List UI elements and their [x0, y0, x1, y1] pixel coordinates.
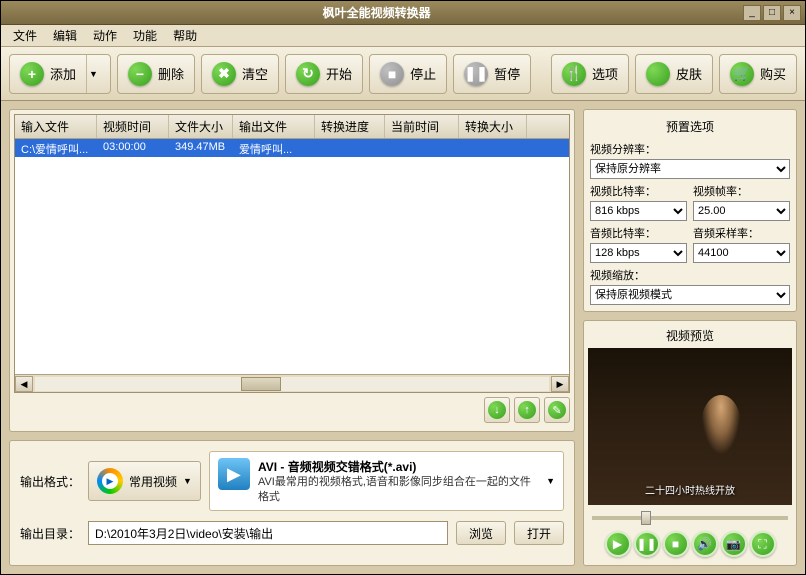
samplerate-label: 音频采样率：: [693, 225, 790, 241]
arrow-down-icon: ↓: [488, 401, 506, 419]
edit-button[interactable]: ✎: [544, 397, 570, 423]
table-body[interactable]: C:\爱情呼叫... 03:00:00 349.47MB 爱情呼叫...: [15, 139, 569, 374]
pencil-icon: ✎: [548, 401, 566, 419]
framerate-label: 视频帧率：: [693, 183, 790, 199]
th-size[interactable]: 文件大小: [169, 115, 233, 138]
preset-title: 预置选项: [590, 116, 790, 141]
cart-icon: 🛒: [730, 62, 754, 86]
output-dir-input[interactable]: [88, 521, 448, 545]
resolution-select[interactable]: 保持原分辨率: [590, 159, 790, 179]
scroll-right-icon[interactable]: ▶: [551, 376, 569, 392]
apple-icon: [646, 62, 670, 86]
minimize-button[interactable]: _: [743, 5, 761, 21]
maximize-button[interactable]: □: [763, 5, 781, 21]
window-title: 枫叶全能视频转换器: [323, 4, 743, 21]
pause-icon: ❚❚: [464, 62, 488, 86]
pv-stop-button[interactable]: ■: [663, 531, 689, 557]
table-header: 输入文件 视频时间 文件大小 输出文件 转换进度 当前时间 转换大小: [15, 115, 569, 139]
clear-icon: ✖: [212, 62, 236, 86]
preview-controls: ▶ ❚❚ ■ 🔊 📷 ⛶: [588, 527, 792, 561]
format-label: 输出格式：: [20, 473, 80, 490]
menu-help[interactable]: 帮助: [165, 25, 205, 46]
refresh-icon: ↻: [296, 62, 320, 86]
th-progress[interactable]: 转换进度: [315, 115, 385, 138]
add-button[interactable]: + 添加 ▼: [9, 54, 111, 94]
table-row[interactable]: C:\爱情呼叫... 03:00:00 349.47MB 爱情呼叫...: [15, 139, 569, 157]
output-panel: 输出格式： 常用视频 ▼ ▶ AVI - 音频视频交错格式(*.avi) AVI…: [9, 440, 575, 566]
preview-caption: 二十四小时热线开放: [588, 482, 792, 497]
th-output[interactable]: 输出文件: [233, 115, 315, 138]
move-down-button[interactable]: ↓: [484, 397, 510, 423]
horizontal-scrollbar[interactable]: ◀ ▶: [15, 374, 569, 392]
tools-icon: 🍴: [562, 62, 586, 86]
delete-button[interactable]: − 删除: [117, 54, 195, 94]
file-table: 输入文件 视频时间 文件大小 输出文件 转换进度 当前时间 转换大小 C:\爱情…: [14, 114, 570, 393]
abitrate-label: 音频比特率：: [590, 225, 687, 241]
titlebar: 枫叶全能视频转换器 _ □ ×: [1, 1, 805, 25]
preview-slider[interactable]: [588, 509, 792, 527]
skin-button[interactable]: 皮肤: [635, 54, 713, 94]
vbitrate-label: 视频比特率：: [590, 183, 687, 199]
start-button[interactable]: ↻ 开始: [285, 54, 363, 94]
browse-button[interactable]: 浏览: [456, 521, 506, 545]
table-controls: ↓ ↑ ✎: [14, 393, 570, 427]
menu-action[interactable]: 动作: [85, 25, 125, 46]
dir-label: 输出目录：: [20, 525, 80, 542]
th-duration[interactable]: 视频时间: [97, 115, 169, 138]
th-time[interactable]: 当前时间: [385, 115, 459, 138]
chevron-down-icon: ▼: [183, 476, 192, 486]
zoom-label: 视频缩放：: [590, 267, 790, 283]
abitrate-select[interactable]: 128 kbps: [590, 243, 687, 263]
clear-button[interactable]: ✖ 清空: [201, 54, 279, 94]
menu-function[interactable]: 功能: [125, 25, 165, 46]
play-button[interactable]: ▶: [605, 531, 631, 557]
snapshot-button[interactable]: 📷: [721, 531, 747, 557]
vbitrate-select[interactable]: 816 kbps: [590, 201, 687, 221]
app-window: 枫叶全能视频转换器 _ □ × 文件 编辑 动作 功能 帮助 + 添加 ▼ − …: [0, 0, 806, 575]
volume-button[interactable]: 🔊: [692, 531, 718, 557]
scroll-left-icon[interactable]: ◀: [15, 376, 33, 392]
open-button[interactable]: 打开: [514, 521, 564, 545]
preview-video[interactable]: 二十四小时热线开放: [588, 348, 792, 505]
framerate-select[interactable]: 25.00: [693, 201, 790, 221]
plus-icon: +: [20, 62, 44, 86]
menubar: 文件 编辑 动作 功能 帮助: [1, 25, 805, 47]
arrow-up-icon: ↑: [518, 401, 536, 419]
pause-button[interactable]: ❚❚ 暂停: [453, 54, 531, 94]
options-button[interactable]: 🍴 选项: [551, 54, 629, 94]
fullscreen-button[interactable]: ⛶: [750, 531, 776, 557]
minus-icon: −: [128, 62, 152, 86]
preset-panel: 预置选项 视频分辨率： 保持原分辨率 视频比特率： 816 kbps 视频帧率：…: [583, 109, 797, 312]
toolbar: + 添加 ▼ − 删除 ✖ 清空 ↻ 开始 ■ 停止 ❚❚ 暂停 🍴 选项: [1, 47, 805, 101]
preview-panel: 视频预览 二十四小时热线开放 ▶ ❚❚ ■ 🔊 📷 ⛶: [583, 320, 797, 566]
media-player-icon: [97, 468, 123, 494]
stop-button[interactable]: ■ 停止: [369, 54, 447, 94]
format-category-button[interactable]: 常用视频 ▼: [88, 461, 201, 501]
pv-pause-button[interactable]: ❚❚: [634, 531, 660, 557]
close-button[interactable]: ×: [783, 5, 801, 21]
main-area: 输入文件 视频时间 文件大小 输出文件 转换进度 当前时间 转换大小 C:\爱情…: [1, 101, 805, 574]
format-description[interactable]: ▶ AVI - 音频视频交错格式(*.avi) AVI最常用的视频格式,语音和影…: [209, 451, 564, 511]
zoom-select[interactable]: 保持原视频模式: [590, 285, 790, 305]
slider-thumb[interactable]: [641, 511, 651, 525]
avi-file-icon: ▶: [218, 458, 250, 490]
chevron-down-icon: ▼: [546, 476, 555, 486]
stop-icon: ■: [380, 62, 404, 86]
buy-button[interactable]: 🛒 购买: [719, 54, 797, 94]
th-input[interactable]: 输入文件: [15, 115, 97, 138]
resolution-label: 视频分辨率：: [590, 141, 790, 157]
th-outsize[interactable]: 转换大小: [459, 115, 527, 138]
move-up-button[interactable]: ↑: [514, 397, 540, 423]
menu-file[interactable]: 文件: [5, 25, 45, 46]
add-dropdown-icon[interactable]: ▼: [86, 55, 100, 93]
samplerate-select[interactable]: 44100: [693, 243, 790, 263]
menu-edit[interactable]: 编辑: [45, 25, 85, 46]
preview-title: 视频预览: [588, 325, 792, 348]
